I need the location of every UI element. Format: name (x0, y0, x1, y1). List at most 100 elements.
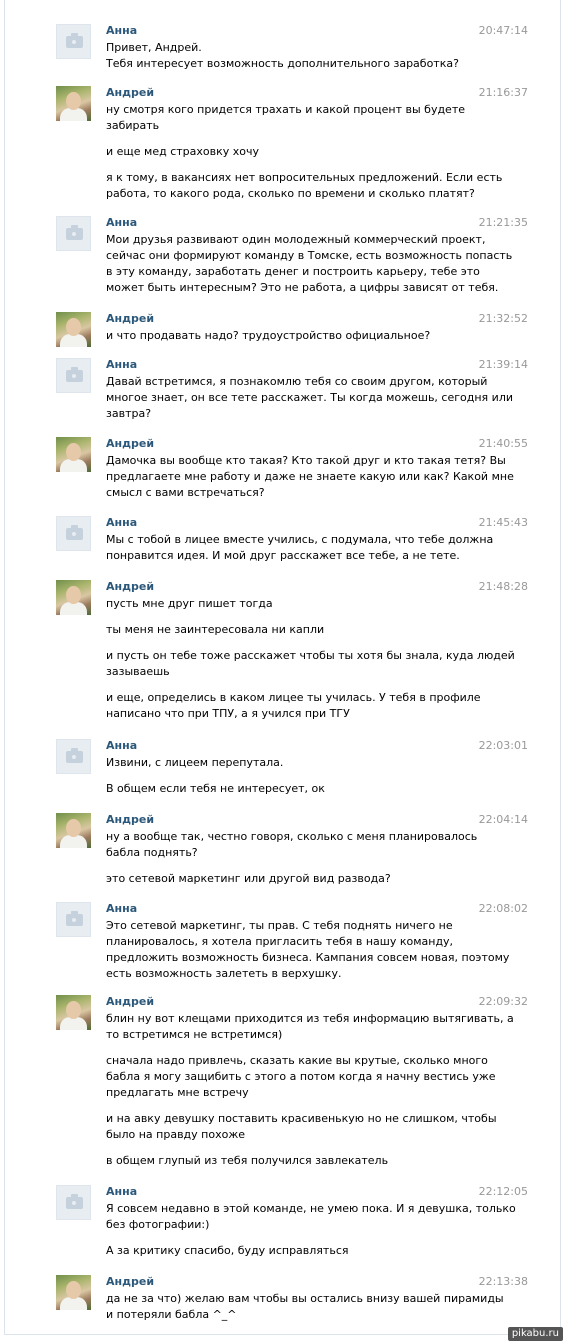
message-text: блин ну вот клещами приходится из тебя и… (106, 1011, 514, 1169)
message-line: бабла поднять? (106, 846, 198, 859)
message-line: предлагаете мне работу и даже не знаете … (106, 470, 514, 483)
message-timestamp[interactable]: 21:39:14 (479, 358, 528, 372)
message-line: предлагать мне встречу (106, 1086, 249, 1099)
author-name[interactable]: Андрей (106, 1275, 154, 1289)
message-timestamp[interactable]: 22:09:32 (479, 995, 528, 1009)
message-line: то встретимся не встретимся) (106, 1028, 283, 1041)
message-text: ну смотря кого придется трахать и какой … (106, 102, 503, 202)
author-name[interactable]: Анна (106, 358, 137, 372)
camera-icon[interactable] (56, 902, 91, 937)
user-avatar[interactable] (56, 437, 91, 472)
message-line: А за критику спасибо, буду исправляться (106, 1244, 349, 1257)
message-line: сейчас они формируют команду в Томске, е… (106, 249, 513, 262)
message-text: Извини, с лицеем перепутала. В общем если… (106, 755, 476, 797)
message-timestamp[interactable]: 21:16:37 (479, 86, 528, 100)
user-avatar[interactable] (56, 580, 91, 615)
message-line: ну смотря кого придется трахать и какой … (106, 103, 466, 116)
camera-icon[interactable] (56, 1185, 91, 1220)
message-timestamp[interactable]: 22:04:14 (479, 813, 528, 827)
author-name[interactable]: Андрей (106, 813, 154, 827)
message-line: и что продавать надо? трудоустройство оф… (106, 329, 431, 342)
message-line: Дамочка вы вообще кто такая? Кто такой д… (106, 454, 506, 467)
message-text: Мои друзья развивают один молодежный ком… (106, 232, 513, 296)
message-line: В общем если тебя не интересует, ок (106, 782, 325, 795)
message-timestamp[interactable]: 21:40:55 (479, 437, 528, 451)
message-text: Это сетевой маркетинг, ты прав. С тебя п… (106, 918, 510, 982)
message-timestamp[interactable]: 21:45:43 (479, 516, 528, 530)
author-name[interactable]: Анна (106, 1185, 137, 1199)
author-name[interactable]: Анна (106, 902, 137, 916)
message-timestamp[interactable]: 20:47:14 (479, 24, 528, 38)
message-timestamp[interactable]: 22:08:02 (479, 902, 528, 916)
message-line: сначала надо привлечь, сказать какие вы … (106, 1054, 488, 1067)
message-text: Я совсем недавно в этой команде, не умею… (106, 1201, 516, 1259)
user-avatar[interactable] (56, 813, 91, 848)
camera-icon[interactable] (56, 358, 91, 393)
message-timestamp[interactable]: 21:21:35 (479, 216, 528, 230)
message-line: предложить возможность бизнеса. Кампания… (106, 951, 510, 964)
message-line: есть возможность залететь в верхушку. (106, 967, 342, 980)
message-text: да не за что) желаю вам чтобы вы осталис… (106, 1291, 504, 1323)
message-line: и на авку девушку поставить красивенькую… (106, 1112, 497, 1125)
message-line: зазываешь (106, 665, 170, 678)
message-line: и пусть он тебе тоже расскажет чтобы ты … (106, 649, 515, 662)
author-name[interactable]: Анна (106, 739, 137, 753)
message-line: многое знает, он все тете расскажет. Ты … (106, 391, 513, 404)
camera-icon[interactable] (56, 739, 91, 774)
message-line: планировалось, я хотела пригласить тебя … (106, 935, 454, 948)
message-line: ты меня не заинтересовала ни капли (106, 623, 325, 636)
author-name[interactable]: Андрей (106, 995, 154, 1009)
camera-icon[interactable] (56, 24, 91, 59)
message-text: пусть мне друг пишет тогда ты меня не заи… (106, 596, 515, 722)
author-name[interactable]: Анна (106, 516, 137, 530)
camera-icon[interactable] (56, 516, 91, 551)
message-line: и еще мед страховку хочу (106, 145, 260, 158)
message-timestamp[interactable]: 21:32:52 (479, 312, 528, 326)
message-line: ну а вообще так, честно говоря, сколько … (106, 830, 478, 843)
message-timestamp[interactable]: 22:13:38 (479, 1275, 528, 1289)
message-line: Мои друзья развивают один молодежный ком… (106, 233, 486, 246)
watermark: pikabu.ru (507, 1327, 563, 1341)
message-line: в эту команду, заработать денег и постро… (106, 265, 480, 278)
message-line: блин ну вот клещами приходится из тебя и… (106, 1012, 514, 1025)
message-line: да не за что) желаю вам чтобы вы осталис… (106, 1292, 504, 1305)
message-line: и потеряли бабла ^_^ (106, 1308, 237, 1321)
message-timestamp[interactable]: 21:48:28 (479, 580, 528, 594)
user-avatar[interactable] (56, 1275, 91, 1310)
message-line: Тебя интересует возможность дополнительн… (106, 57, 459, 70)
message-text: Мы с тобой в лицее вместе учились, с под… (106, 532, 494, 564)
author-name[interactable]: Андрей (106, 86, 154, 100)
message-line: работа, то какого рода, сколько по време… (106, 187, 475, 200)
author-name[interactable]: Андрей (106, 312, 154, 326)
author-name[interactable]: Андрей (106, 580, 154, 594)
message-line: понравится идея. И мой друг расскажет вс… (106, 549, 460, 562)
message-timestamp[interactable]: 22:03:01 (479, 739, 528, 753)
author-name[interactable]: Анна (106, 24, 137, 38)
message-line: Привет, Андрей. (106, 41, 202, 54)
message-line: Мы с тобой в лицее вместе учились, с под… (106, 533, 494, 546)
camera-icon[interactable] (56, 216, 91, 251)
message-line: может быть интересным? Это не работа, а … (106, 281, 499, 294)
message-line: это сетевой маркетинг или другой вид раз… (106, 872, 391, 885)
user-avatar[interactable] (56, 312, 91, 347)
message-text: Привет, Андрей. Тебя интересует возможнос… (106, 40, 476, 72)
message-text: Дамочка вы вообще кто такая? Кто такой д… (106, 453, 514, 501)
message-line: завтра? (106, 407, 152, 420)
message-text: и что продавать надо? трудоустройство оф… (106, 328, 476, 344)
message-line: было на правду похоже (106, 1128, 246, 1141)
message-line: без фотографии:) (106, 1218, 210, 1231)
message-timestamp[interactable]: 22:12:05 (479, 1185, 528, 1199)
user-avatar[interactable] (56, 995, 91, 1030)
author-name[interactable]: Андрей (106, 437, 154, 451)
author-name[interactable]: Анна (106, 216, 137, 230)
user-avatar[interactable] (56, 86, 91, 121)
message-line: я к тому, в вакансиях нет вопросительных… (106, 171, 503, 184)
message-line: в общем глупый из тебя получился завлека… (106, 1154, 389, 1167)
